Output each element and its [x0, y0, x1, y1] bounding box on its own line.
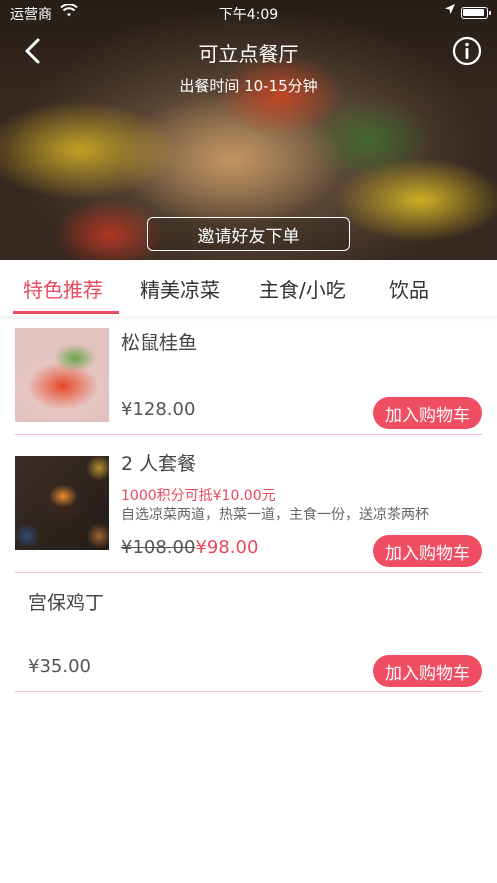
add-to-cart-button[interactable]: 加入购物车	[373, 655, 482, 687]
status-bar: 运营商 下午4:09	[0, 0, 497, 26]
menu-item: 宫保鸡丁 ¥35.00 加入购物车	[15, 573, 482, 692]
info-button[interactable]	[452, 36, 482, 66]
tab-drinks[interactable]: 饮品	[389, 274, 429, 303]
add-to-cart-button[interactable]: 加入购物车	[373, 535, 482, 567]
tab-cold-dishes[interactable]: 精美凉菜	[140, 274, 220, 303]
add-to-cart-button[interactable]: 加入购物车	[373, 397, 482, 429]
invite-friends-button[interactable]: 邀请好友下单	[147, 217, 350, 251]
original-price: ¥108.00	[121, 537, 196, 558]
menu-item: 2 人套餐 1000积分可抵¥10.00元 自选凉菜两道，热菜一道，主食一份，送…	[15, 435, 482, 573]
location-arrow-icon	[444, 3, 456, 19]
dish-photo	[15, 328, 109, 422]
dish-price: ¥128.00	[121, 399, 196, 420]
dish-price: ¥35.00	[28, 656, 91, 677]
status-time: 下午4:09	[218, 7, 279, 23]
dish-name: 2 人套餐	[121, 453, 197, 475]
tab-staples-snacks[interactable]: 主食/小吃	[259, 274, 346, 303]
battery-icon	[461, 7, 491, 19]
tab-featured[interactable]: 特色推荐	[23, 274, 103, 303]
dish-price: ¥108.00¥98.00	[121, 537, 258, 558]
discount-price: ¥98.00	[195, 537, 259, 558]
dish-photo	[15, 456, 109, 550]
category-tabs: 特色推荐 精美凉菜 主食/小吃 饮品	[0, 260, 497, 316]
page-title: 可立点餐厅	[198, 42, 299, 66]
restaurant-hero-image: 运营商 下午4:09 可立点餐厅 出餐时间 10-15分钟 邀请好友下单	[0, 0, 497, 260]
dish-description: 自选凉菜两道，热菜一道，主食一份，送凉茶两杯	[121, 507, 429, 523]
dish-name: 宫保鸡丁	[28, 592, 105, 614]
serving-time: 出餐时间 10-15分钟	[179, 77, 318, 95]
dish-name: 松鼠桂鱼	[121, 332, 198, 354]
points-discount: 1000积分可抵¥10.00元	[121, 488, 276, 504]
info-icon	[452, 36, 482, 66]
menu-item: 松鼠桂鱼 ¥128.00 加入购物车	[15, 316, 482, 435]
active-tab-indicator	[13, 311, 119, 314]
